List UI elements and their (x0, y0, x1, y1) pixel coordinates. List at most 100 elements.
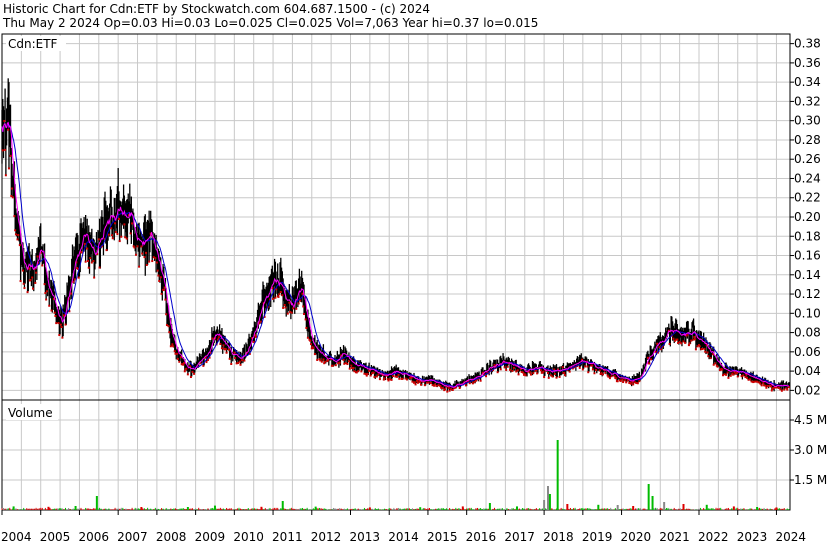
down-marker (587, 371, 590, 374)
x-tick-label-2008: 2008 (156, 530, 187, 543)
down-marker (26, 291, 29, 294)
down-marker (295, 307, 298, 310)
down-marker (141, 252, 144, 255)
down-marker (517, 373, 520, 376)
header-line-2: Thu May 2 2024 Op=0.03 Hi=0.03 Lo=0.025 … (2, 16, 538, 30)
down-marker (157, 274, 160, 277)
down-marker (131, 222, 134, 225)
price-tick-label: 0.32 (794, 94, 821, 108)
down-marker (350, 364, 353, 367)
down-marker (183, 370, 186, 373)
down-marker (165, 313, 168, 316)
down-marker (133, 246, 136, 249)
down-marker (193, 372, 196, 375)
volume-grid (1, 400, 790, 510)
down-marker (348, 367, 351, 370)
down-marker (48, 304, 51, 307)
down-marker (765, 386, 768, 389)
down-marker (138, 265, 141, 268)
down-marker (649, 358, 652, 361)
x-tick-label-2024: 2024 (775, 530, 806, 543)
down-marker (558, 375, 561, 378)
down-marker (73, 278, 76, 281)
down-marker (18, 244, 21, 247)
down-marker (36, 255, 39, 258)
down-marker (578, 366, 581, 369)
down-marker (323, 360, 326, 363)
down-marker (186, 373, 189, 376)
down-marker (45, 298, 48, 301)
down-marker (7, 167, 10, 170)
down-marker (87, 266, 90, 269)
down-marker (136, 245, 139, 248)
down-marker (19, 280, 22, 283)
down-marker (272, 297, 275, 300)
down-marker (239, 363, 242, 366)
down-marker (80, 251, 83, 254)
down-marker (586, 365, 589, 368)
down-marker (171, 343, 174, 346)
down-marker (111, 237, 114, 240)
price-bars (1, 78, 790, 392)
down-marker (17, 234, 20, 237)
down-marker (303, 313, 306, 316)
down-marker (532, 372, 535, 375)
down-marker (155, 261, 158, 264)
down-marker (564, 374, 567, 377)
down-marker (668, 342, 671, 345)
down-marker (735, 371, 738, 374)
down-marker (233, 351, 236, 354)
down-marker (764, 384, 767, 387)
down-marker (684, 341, 687, 344)
down-marker (191, 370, 194, 373)
down-marker (703, 347, 706, 350)
down-marker (725, 373, 728, 376)
down-marker (604, 371, 607, 374)
down-marker (656, 342, 659, 345)
down-marker (312, 347, 315, 350)
price-tick-label: 0.12 (794, 287, 821, 301)
down-marker (366, 372, 369, 375)
down-marker (238, 360, 241, 363)
down-marker (202, 364, 205, 367)
volume-panel-title: Volume (8, 406, 53, 420)
down-marker (392, 375, 395, 378)
down-marker (505, 368, 508, 371)
down-marker (224, 348, 227, 351)
x-tick-label-2004: 2004 (1, 530, 32, 543)
down-marker (284, 306, 287, 309)
down-marker (86, 259, 89, 262)
down-marker (648, 362, 651, 365)
down-marker (707, 355, 710, 358)
header-line-1: Historic Chart for Cdn:ETF by Stockwatch… (3, 2, 430, 16)
down-marker (770, 385, 773, 388)
down-marker (140, 245, 143, 248)
chart-canvas: Historic Chart for Cdn:ETF by Stockwatch… (1, 2, 827, 544)
down-marker (134, 253, 137, 256)
down-marker (143, 256, 146, 259)
down-marker (704, 350, 707, 353)
x-tick-label-2023: 2023 (737, 530, 768, 543)
down-marker (278, 293, 281, 296)
down-marker (443, 388, 446, 391)
volume-tick-label: 4.5 M (794, 413, 827, 427)
down-marker (58, 334, 61, 337)
down-marker (398, 377, 401, 380)
down-marker (110, 234, 113, 237)
down-marker (22, 282, 25, 285)
down-marker (613, 375, 616, 378)
down-marker (561, 366, 564, 369)
down-marker (156, 269, 159, 272)
down-marker (419, 380, 422, 383)
down-marker (786, 388, 789, 391)
price-tick-label: 0.06 (794, 345, 821, 359)
down-marker (638, 380, 641, 383)
down-marker (555, 376, 558, 379)
down-marker (241, 359, 244, 362)
down-marker (3, 119, 6, 122)
down-marker (227, 348, 230, 351)
down-marker (310, 343, 313, 346)
x-tick-label-2018: 2018 (543, 530, 574, 543)
down-marker (21, 269, 24, 272)
down-marker (553, 372, 556, 375)
